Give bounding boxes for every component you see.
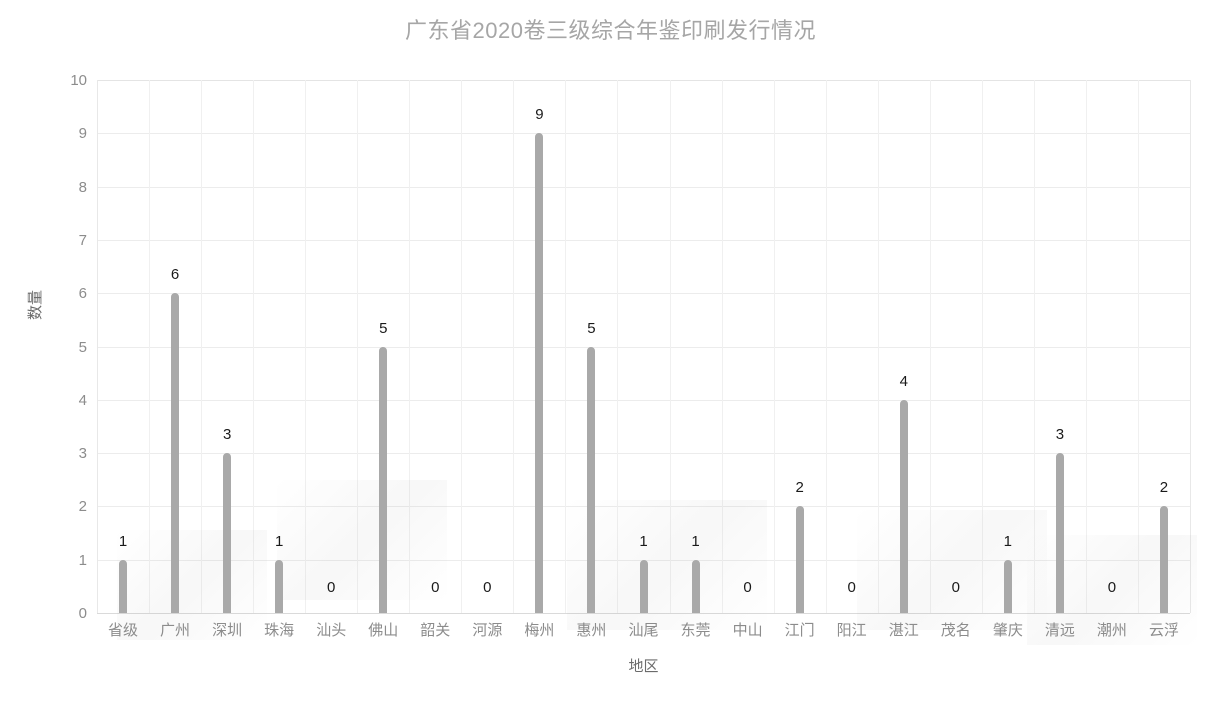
y-axis-tick-label: 3 bbox=[78, 445, 87, 463]
gridline-vertical bbox=[826, 80, 827, 613]
bar-value-label: 0 bbox=[951, 579, 960, 596]
gridline-vertical bbox=[982, 80, 983, 613]
gridline-vertical bbox=[722, 80, 723, 613]
bar-value-label: 9 bbox=[535, 106, 544, 124]
y-axis-tick-label: 0 bbox=[78, 605, 87, 622]
bar[interactable] bbox=[795, 506, 804, 613]
gridline-vertical bbox=[201, 80, 202, 613]
bar-value-label: 0 bbox=[483, 579, 492, 596]
bar-value-label: 2 bbox=[795, 479, 804, 497]
gridline-vertical bbox=[774, 80, 775, 613]
y-axis-tick-label: 5 bbox=[78, 338, 87, 356]
gridline-horizontal bbox=[97, 133, 1190, 135]
bar-value-label: 6 bbox=[170, 266, 180, 284]
gridline-vertical bbox=[409, 80, 410, 613]
bar[interactable] bbox=[379, 346, 388, 613]
bar[interactable] bbox=[119, 559, 128, 613]
bar[interactable] bbox=[275, 559, 284, 613]
gridline-vertical bbox=[617, 80, 618, 613]
bar[interactable] bbox=[171, 293, 180, 613]
bar-value-label: 1 bbox=[691, 532, 700, 550]
gridline-horizontal bbox=[97, 293, 1190, 295]
gridline-vertical bbox=[930, 80, 931, 613]
bar-value-label: 1 bbox=[118, 532, 128, 550]
bar-value-label: 1 bbox=[639, 532, 648, 550]
bar[interactable] bbox=[535, 133, 544, 613]
y-axis-tick-label: 4 bbox=[78, 391, 87, 409]
gridline-vertical bbox=[1190, 80, 1191, 613]
bar-value-label: 5 bbox=[587, 319, 596, 337]
bar-value-label: 4 bbox=[899, 372, 908, 390]
chart-title: 广东省2020卷三级综合年鉴印刷发行情况 bbox=[405, 18, 816, 43]
bar-value-label: 2 bbox=[1159, 479, 1169, 497]
gridline-vertical bbox=[1034, 80, 1035, 613]
bar[interactable] bbox=[899, 399, 908, 613]
gridline-horizontal bbox=[97, 346, 1190, 348]
x-axis-tick-label: 云浮 bbox=[1148, 622, 1179, 639]
gridline-vertical bbox=[565, 80, 566, 613]
watermark-streak bbox=[567, 500, 767, 630]
y-axis-tick-labels: 10 9 8 7 6 5 4 3 2 1 0 bbox=[37, 73, 87, 621]
y-axis-tick-label: 7 bbox=[78, 231, 87, 249]
gridline-vertical bbox=[670, 80, 671, 613]
bar[interactable] bbox=[639, 559, 648, 613]
bar[interactable] bbox=[1055, 453, 1064, 613]
bar[interactable] bbox=[587, 346, 596, 613]
gridline-vertical bbox=[461, 80, 462, 613]
y-axis-tick-label: 9 bbox=[78, 125, 87, 143]
bar-value-label: 0 bbox=[743, 579, 752, 596]
gridline-horizontal bbox=[97, 453, 1190, 455]
y-axis-tick-label: 2 bbox=[78, 498, 87, 516]
gridline-horizontal bbox=[97, 239, 1190, 241]
gridline-vertical bbox=[357, 80, 358, 613]
x-axis-tick-labels: 省级 广州 深圳 珠海 汕头 佛山 韶关 河源 梅州 惠州 汕尾 东莞 中山 江门 阳江 湛江 茂名 肇庆 清远 潮州… bbox=[97, 621, 1190, 645]
gridline-vertical bbox=[878, 80, 879, 613]
gridline-vertical bbox=[149, 80, 150, 613]
gridline-vertical bbox=[97, 80, 98, 613]
bar-value-label: 3 bbox=[1055, 426, 1065, 444]
gridline-horizontal bbox=[97, 80, 1190, 81]
bar[interactable] bbox=[1003, 559, 1012, 613]
bar-value-label: 1 bbox=[274, 532, 284, 550]
gridline-horizontal bbox=[97, 399, 1190, 401]
gridline-vertical bbox=[1138, 80, 1139, 613]
bar-value-label: 0 bbox=[1107, 579, 1117, 596]
gridline-vertical bbox=[305, 80, 306, 613]
gridline-horizontal bbox=[97, 613, 1190, 614]
gridline-vertical bbox=[1086, 80, 1087, 613]
bar-chart: 广东省2020卷三级综合年鉴印刷发行情况 数量 10 9 8 7 6 5 4 3 2 1 0 163… bbox=[0, 0, 1221, 712]
y-axis-tick-label: 8 bbox=[78, 178, 87, 196]
gridline-vertical bbox=[253, 80, 254, 613]
y-axis-tick-label: 6 bbox=[78, 285, 87, 303]
bar[interactable] bbox=[691, 559, 700, 613]
bar[interactable] bbox=[1159, 506, 1168, 613]
bar-value-label: 5 bbox=[379, 319, 388, 337]
bar-value-label: 0 bbox=[847, 579, 856, 596]
x-axis-title: 地区 bbox=[628, 658, 659, 675]
y-axis-tick-label: 10 bbox=[70, 72, 87, 89]
gridline-horizontal bbox=[97, 506, 1190, 508]
gridline-horizontal bbox=[97, 186, 1190, 188]
bar-value-label: 3 bbox=[222, 426, 232, 444]
bar[interactable] bbox=[223, 453, 232, 613]
y-axis-tick-label: 1 bbox=[78, 551, 87, 569]
bar-value-label: 0 bbox=[431, 579, 440, 596]
bar-value-label: 1 bbox=[1003, 532, 1012, 550]
bar-value-label: 0 bbox=[327, 579, 336, 596]
watermark-streak bbox=[857, 510, 1047, 630]
plot-area: 163105009511020401302 bbox=[97, 80, 1197, 645]
gridline-vertical bbox=[513, 80, 514, 613]
